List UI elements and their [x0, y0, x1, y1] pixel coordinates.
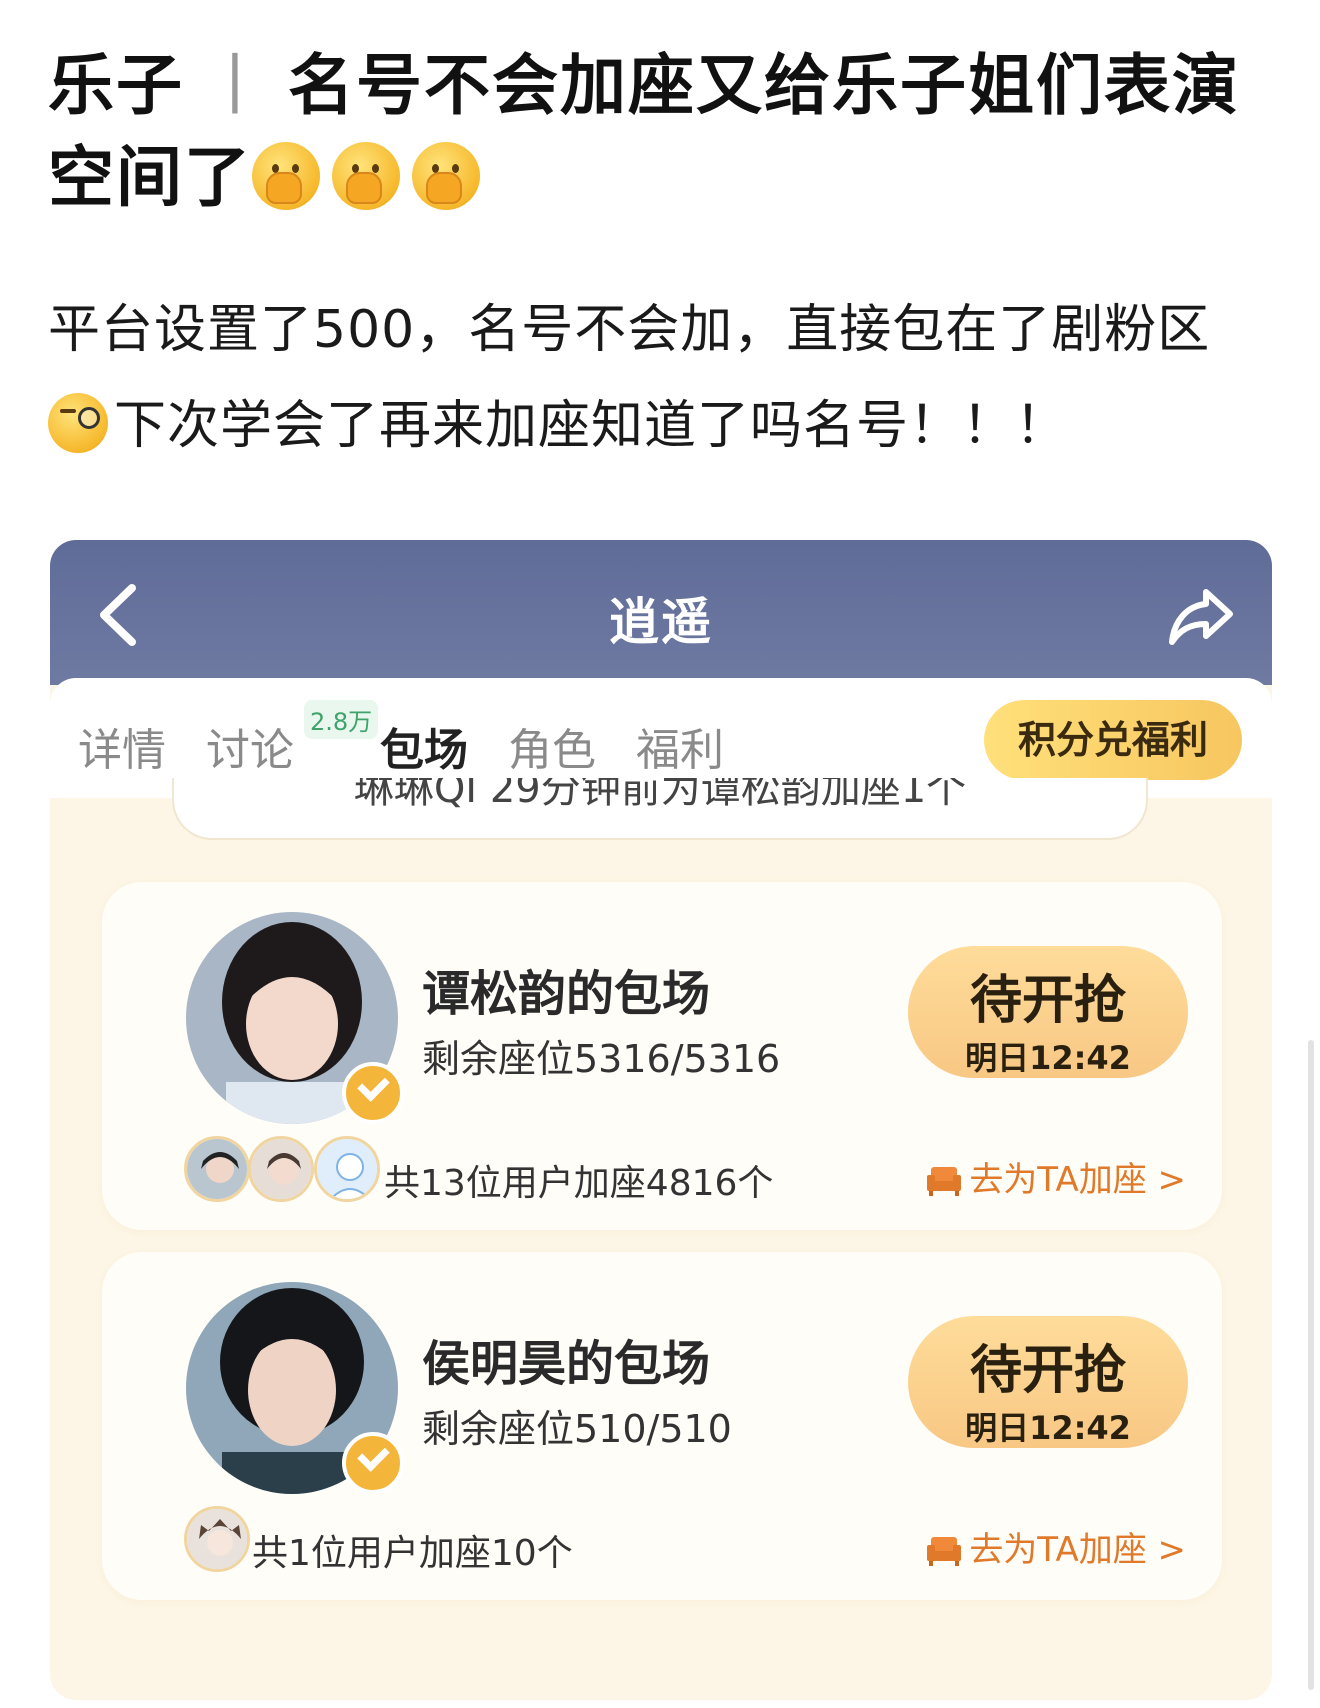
sofa-icon: [927, 1537, 962, 1566]
grab-seat-time: 明日12:42: [965, 1409, 1131, 1447]
booking-card[interactable]: 谭松韵的包场 剩余座位5316/5316 待开抢 明日12:42 共13位用户加…: [102, 882, 1222, 1230]
hand-over-mouth-emoji-icon: [252, 142, 320, 210]
verified-badge-icon: [342, 1062, 404, 1124]
booking-title: 谭松韵的包场: [422, 966, 711, 1022]
share-arrow-icon[interactable]: [1166, 584, 1236, 648]
app-screenshot-card: 逍遥 详情 讨论 2.8万 包场 角色 福利 积分兑福利 琳琳QI 29分钟前为…: [50, 540, 1272, 1700]
avatar: [248, 1136, 314, 1202]
post-body-line-1: 平台设置了500，名号不会加，直接包在了剧粉区: [48, 300, 1211, 360]
post-body-line-2: 下次学会了再来加座知道了吗名号！！！: [48, 378, 1268, 474]
grab-seat-time: 明日12:42: [965, 1039, 1131, 1077]
activity-marquee-text: 琳琳QI 29分钟前为谭松韵加座1个: [353, 778, 967, 812]
post-title-separator: 丨: [202, 47, 270, 124]
post-body-line-2-text: 下次学会了再来加座知道了吗名号！！！: [114, 396, 1069, 456]
tab-discussion[interactable]: 讨论: [206, 714, 294, 778]
booking-card[interactable]: 侯明昊的包场 剩余座位510/510 待开抢 明日12:42 共1位用户加座10…: [102, 1252, 1222, 1600]
booking-seats: 剩余座位5316/5316: [422, 1037, 781, 1081]
post-title: 乐子丨名号不会加座又给乐子姐们表演空间了: [48, 40, 1248, 224]
grab-seat-label: 待开抢: [969, 971, 1126, 1031]
tab-booking[interactable]: 包场: [380, 714, 468, 778]
add-seat-link[interactable]: 去为TA加座 >: [925, 1522, 1186, 1571]
avatar: [184, 1136, 250, 1202]
avatar: [314, 1136, 380, 1202]
verified-badge-icon: [342, 1432, 404, 1494]
post-title-prefix: 乐子: [48, 47, 184, 124]
app-header-title: 逍遥: [609, 593, 713, 651]
tab-benefits[interactable]: 福利: [636, 714, 724, 778]
hand-over-mouth-emoji-icon: [332, 142, 400, 210]
tab-roles[interactable]: 角色: [508, 714, 596, 778]
grab-seat-button[interactable]: 待开抢 明日12:42: [908, 1316, 1188, 1448]
add-seat-link[interactable]: 去为TA加座 >: [925, 1152, 1186, 1201]
add-seat-link-label: 去为TA加座 >: [969, 1160, 1186, 1200]
hand-over-mouth-emoji-icon: [412, 142, 480, 210]
activity-marquee: 琳琳QI 29分钟前为谭松韵加座1个: [172, 778, 1148, 840]
supporters-text: 共13位用户加座4816个: [384, 1163, 774, 1204]
grab-seat-button[interactable]: 待开抢 明日12:42: [908, 946, 1188, 1078]
grab-seat-label: 待开抢: [969, 1341, 1126, 1401]
post-body: 平台设置了500，名号不会加，直接包在了剧粉区 下次学会了再来加座知道了吗名号！…: [48, 282, 1268, 474]
points-redeem-button[interactable]: 积分兑福利: [984, 700, 1242, 780]
monocle-emoji-icon: [48, 393, 108, 453]
add-seat-link-label: 去为TA加座 >: [969, 1530, 1186, 1570]
booking-title: 侯明昊的包场: [422, 1336, 711, 1392]
app-header: 逍遥: [50, 540, 1272, 685]
sofa-icon: [927, 1167, 962, 1196]
discussion-count-badge: 2.8万: [304, 700, 379, 739]
booking-seats: 剩余座位510/510: [422, 1407, 732, 1451]
supporters-text: 共1位用户加座10个: [252, 1533, 573, 1574]
avatar: [184, 1506, 250, 1572]
scrollbar[interactable]: [1308, 1040, 1314, 1690]
tab-details[interactable]: 详情: [78, 714, 166, 778]
